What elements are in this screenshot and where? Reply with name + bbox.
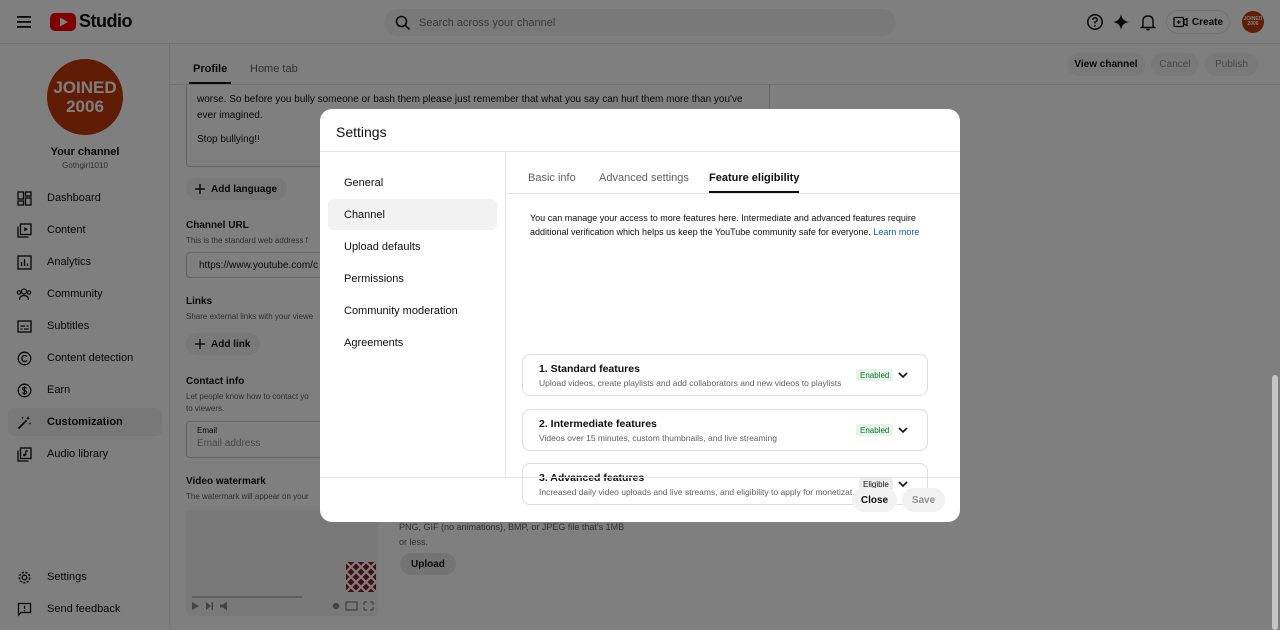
- page-scrollbar[interactable]: [1272, 375, 1278, 630]
- intro-line: You can manage your access to more featu…: [530, 213, 916, 223]
- divider: [320, 477, 960, 478]
- tab-feature-eligibility[interactable]: Feature eligibility: [709, 172, 800, 193]
- chevron-down-icon[interactable]: [897, 424, 909, 436]
- feature-desc: Upload videos, create playlists and add …: [539, 378, 842, 388]
- settings-nav-channel[interactable]: Channel: [328, 199, 497, 230]
- settings-nav-community-moderation[interactable]: Community moderation: [328, 295, 497, 326]
- close-button[interactable]: Close: [852, 488, 897, 512]
- status-badge: Enabled: [856, 424, 894, 436]
- feature-desc: Increased daily video uploads and live s…: [539, 487, 861, 497]
- learn-more-link[interactable]: Learn more: [873, 227, 919, 237]
- settings-nav-permissions[interactable]: Permissions: [328, 263, 497, 294]
- tab-advanced-settings[interactable]: Advanced settings: [599, 172, 689, 184]
- feature-desc: Videos over 15 minutes, custom thumbnail…: [539, 433, 777, 443]
- feature-title: 3. Advanced features: [539, 472, 645, 484]
- settings-nav-general[interactable]: General: [328, 167, 497, 198]
- feature-title: 2. Intermediate features: [539, 418, 657, 430]
- settings-dialog: Settings General Channel Upload defaults…: [320, 109, 960, 522]
- feature-intermediate[interactable]: 2. Intermediate features Videos over 15 …: [522, 409, 928, 451]
- settings-nav-agreements[interactable]: Agreements: [328, 327, 497, 358]
- feature-standard[interactable]: 1. Standard features Upload videos, crea…: [522, 354, 928, 396]
- dialog-title: Settings: [336, 124, 387, 140]
- status-badge: Enabled: [856, 369, 894, 381]
- tab-basic-info[interactable]: Basic info: [528, 172, 576, 184]
- chevron-down-icon[interactable]: [897, 478, 909, 490]
- feature-eligibility-intro: You can manage your access to more featu…: [530, 212, 940, 239]
- chevron-down-icon[interactable]: [897, 369, 909, 381]
- settings-nav: General Channel Upload defaults Permissi…: [320, 152, 506, 477]
- settings-nav-upload-defaults[interactable]: Upload defaults: [328, 231, 497, 262]
- feature-title: 1. Standard features: [539, 363, 640, 375]
- save-button[interactable]: Save: [902, 488, 945, 512]
- channel-settings-tabs: Basic info Advanced settings Feature eli…: [507, 152, 960, 194]
- settings-content: Basic info Advanced settings Feature eli…: [507, 152, 960, 505]
- intro-line: additional verification which helps us k…: [530, 226, 871, 237]
